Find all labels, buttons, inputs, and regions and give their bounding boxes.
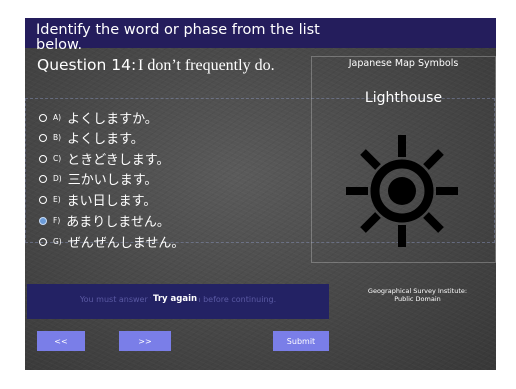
option-label: 三かいします。: [67, 173, 158, 188]
radio-button[interactable]: [39, 133, 47, 142]
radio-button[interactable]: [39, 195, 47, 204]
option-label: よくしますか。: [67, 112, 158, 127]
radio-button[interactable]: [39, 237, 47, 246]
feedback-banner: You must answer the question before cont…: [27, 284, 329, 319]
option-label: まい日します。: [66, 194, 157, 209]
map-panel-header: Japanese Map Symbols: [348, 58, 459, 69]
option-letter: F): [53, 216, 61, 225]
radio-button[interactable]: [39, 113, 47, 122]
next-button[interactable]: >>: [119, 331, 171, 351]
previous-button[interactable]: <<: [37, 331, 85, 351]
radio-button[interactable]: [39, 174, 47, 183]
submit-button[interactable]: Submit: [273, 331, 329, 351]
try-again-button[interactable]: Try again: [151, 293, 200, 305]
option-b[interactable]: B) よくします。: [39, 129, 144, 147]
option-d[interactable]: D) 三かいします。: [39, 170, 158, 188]
option-label: あまりしません。: [66, 215, 170, 230]
option-letter: B): [53, 133, 62, 142]
option-label: ぜんぜんしません。: [67, 236, 185, 251]
option-a[interactable]: A) よくしますか。: [39, 109, 158, 127]
option-label: よくします。: [67, 132, 144, 147]
option-letter: E): [53, 195, 61, 204]
radio-button-selected[interactable]: [39, 216, 47, 225]
question-number: Question 14:: [37, 56, 137, 74]
credit-line-1: Geographical Survey Institute:: [367, 287, 468, 295]
credit-line-2: Public Domain: [394, 295, 441, 303]
option-g[interactable]: G) ぜんぜんしません。: [39, 233, 185, 251]
radio-button[interactable]: [39, 154, 47, 163]
option-letter: D): [53, 174, 62, 183]
option-e[interactable]: E) まい日します。: [39, 191, 157, 209]
option-f[interactable]: F) あまりしません。: [39, 212, 170, 230]
option-c[interactable]: C) ときどきします。: [39, 150, 170, 168]
option-letter: A): [53, 113, 62, 122]
lighthouse-symbol-icon: [346, 135, 458, 247]
option-letter: G): [53, 237, 62, 246]
option-letter: C): [53, 154, 62, 163]
question-text: I don’t frequently do.: [138, 57, 275, 74]
image-credit: Geographical Survey Institute: Public Do…: [355, 287, 480, 303]
quiz-slide: Identify the word or phase from the list…: [25, 18, 496, 370]
option-label: ときどきします。: [67, 153, 170, 168]
window-frame: Identify the word or phase from the list…: [0, 0, 516, 389]
symbol-name: Lighthouse: [364, 90, 443, 106]
instruction-text: Identify the word or phase from the list…: [36, 22, 320, 53]
